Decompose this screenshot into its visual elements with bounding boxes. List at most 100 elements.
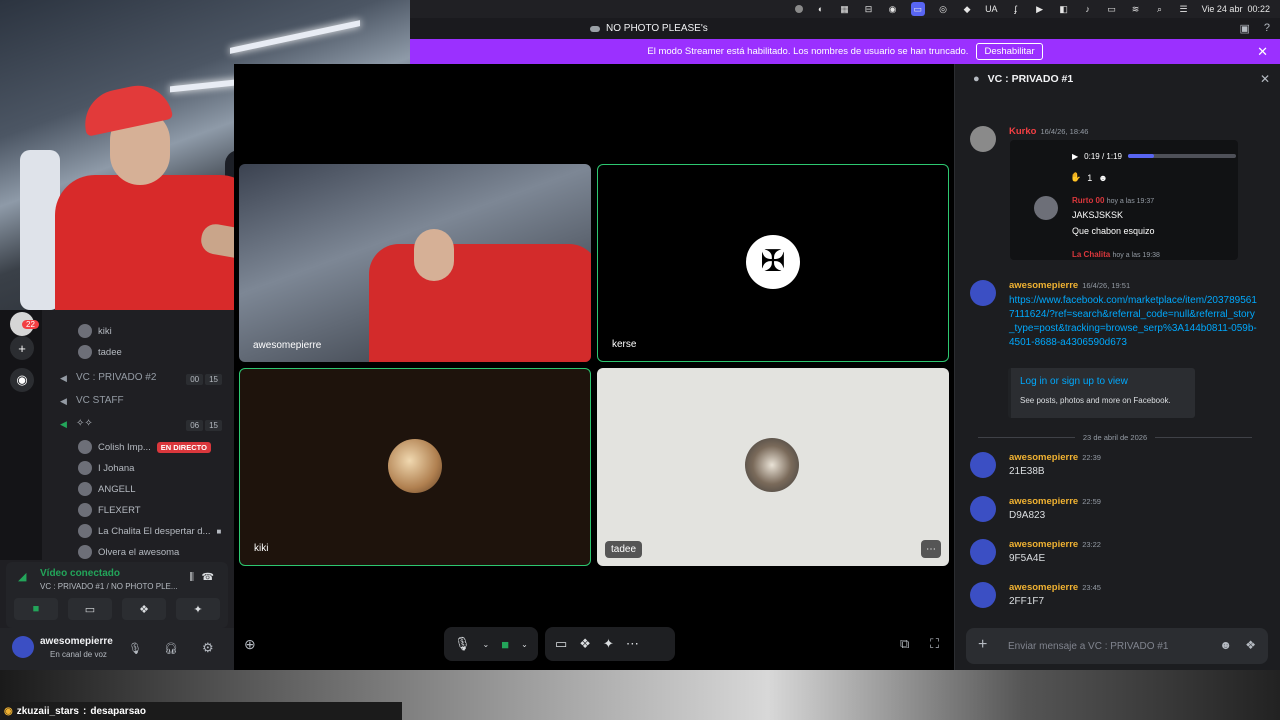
eye-icon[interactable]: ◎ [937,2,949,16]
window-title: NO PHOTO PLEASE's [590,23,708,34]
status-icon[interactable]: ◐ [815,2,827,16]
grid-icon[interactable]: ▦ [839,2,851,16]
activities-icon[interactable]: ❖ [579,636,591,652]
message-author[interactable]: awesomepierre 23:22 [1009,539,1101,550]
tile-username: kiki [254,543,269,554]
voice-channel[interactable]: ◀ VC STAFF [60,395,124,406]
camera-button[interactable]: ■ [14,598,58,620]
raised-hand-icon[interactable]: ✋ [1070,172,1081,183]
noise-suppression-icon[interactable]: ⫼ [189,572,194,583]
headphones-icon[interactable]: 🎧︎ [164,642,178,655]
close-icon[interactable]: ✕ [1257,44,1268,60]
microphone-icon[interactable]: 🎙︎ [454,636,471,652]
video-tile[interactable]: tadee ⋯ [597,368,949,566]
battery-icon[interactable]: ▭ [1106,2,1118,16]
video-tile[interactable]: kiki [239,368,591,566]
message-link[interactable]: https://www.facebook.com/marketplace/ite… [1009,294,1259,350]
audio-progress-bar[interactable] [1127,154,1236,158]
chevron-down-icon[interactable]: ⌄ [521,640,528,649]
screen-share-button[interactable]: ▭ [68,598,112,620]
voice-user[interactable]: La Chalita El despertar d... ■ [78,524,221,538]
settings-gear-icon[interactable]: ⚙ [202,640,214,656]
avatar[interactable] [970,126,996,152]
popout-icon[interactable]: ⧉ [900,636,909,652]
control-center-icon[interactable]: ☰ [1178,2,1190,16]
display-icon[interactable]: ◧ [1058,2,1070,16]
audio-progress-fill [1127,154,1154,158]
script-icon[interactable]: ʄ [1010,2,1022,16]
channel-user-count: 06 15 [186,420,222,431]
avatar[interactable] [970,539,996,565]
video-tile[interactable]: ✠ kerse [597,164,949,362]
message-author[interactable]: awesomepierre 22:59 [1009,496,1101,507]
play-icon[interactable]: ▶ [1072,152,1078,161]
screen-share-icon[interactable]: ▭ [555,636,567,652]
message-author[interactable]: Kurko 16/4/26, 18:46 [1009,126,1088,137]
avatar[interactable] [970,280,996,306]
voice-user[interactable]: tadee [78,345,122,359]
more-options-icon[interactable]: ⋯ [921,540,941,558]
clock-date[interactable]: Vie 24 abr 00:22 [1202,2,1270,16]
avatar[interactable] [970,452,996,478]
wifi-icon[interactable]: ≋ [1130,2,1142,16]
inbox-icon[interactable]: ▣ [1239,22,1249,35]
voice-user[interactable]: FLEXERT [78,503,141,517]
camera-icon[interactable]: ■ [501,637,509,652]
quoted-author-name: Rurto 00 [1072,196,1105,205]
chat-title: VC : PRIVADO #1 [987,73,1074,85]
video-attachment[interactable]: ▶ 0:19 / 1:19 ✋ 1 ☻ Rurto 00 hoy a las 1… [1010,140,1238,260]
connected-channel[interactable]: VC : PRIVADO #1 / NO PHOTO PLE... [40,582,178,591]
screen-share-icon[interactable]: ▭ [910,2,926,16]
avatar[interactable] [970,582,996,608]
voice-user[interactable]: I Johana [78,461,134,475]
add-person-icon[interactable]: ⊕ [244,636,256,653]
soundboard-icon[interactable]: ✦ [603,636,614,652]
author-name: awesomepierre [1009,582,1079,593]
disconnect-icon[interactable]: ☎ [202,572,214,583]
add-server-icon[interactable]: + [10,336,34,360]
chevron-down-icon[interactable]: ⌄ [483,640,490,649]
discover-icon[interactable]: ◉ [10,368,34,392]
keyboard-layout[interactable]: UA [985,2,998,16]
apps-icon[interactable]: ❖ [1245,638,1256,652]
soundboard-button[interactable]: ✦ [176,598,220,620]
emoji-icon[interactable]: ☻ [1219,638,1232,652]
avatar[interactable] [12,636,34,658]
camera-icon: ■ [216,526,222,536]
avatar[interactable] [970,496,996,522]
message-author[interactable]: awesomepierre 23:45 [1009,582,1101,593]
menu-icon[interactable]: ⊟ [863,2,875,16]
play-icon[interactable]: ▶ [1034,2,1046,16]
embed-title[interactable]: Log in or sign up to view [1020,376,1128,387]
avatar [78,461,92,475]
voice-user[interactable]: Olvera el awesoma [78,545,179,559]
voice-channel[interactable]: ◀ ✧✧ [60,418,93,429]
voice-channel[interactable]: ◀ VC : PRIVADO #2 [60,372,156,383]
microphone-icon[interactable]: 🎙︎ [128,642,142,655]
diamond-icon[interactable]: ◆ [961,2,973,16]
add-reaction-icon[interactable]: ☻ [1098,173,1107,183]
fullscreen-icon[interactable]: ⛶ [930,636,939,652]
plus-icon[interactable]: + [978,636,987,654]
close-icon[interactable]: ✕ [1260,72,1270,86]
message-input[interactable]: + Enviar mensaje a VC : PRIVADO #1 ☻ ❖ [966,628,1268,664]
voice-user[interactable]: kiki [78,324,112,338]
reactions: ✋ 1 ☻ [1070,172,1108,183]
activities-button[interactable]: ❖ [122,598,166,620]
help-icon[interactable]: ? [1264,22,1270,35]
count-current: 00 [186,374,204,385]
username[interactable]: awesomepierre [40,636,113,647]
channel-emoji-icon: ✧✧ [76,418,93,429]
disable-streamer-button[interactable]: Deshabilitar [976,43,1043,60]
message-author[interactable]: awesomepierre 16/4/26, 19:51 [1009,280,1130,291]
volume-icon[interactable]: ♪ [1082,2,1094,16]
dot-icon[interactable]: ◉ [887,2,899,16]
channel-sidebar: 22 + ◉ kiki tadee ◀ VC : PRIVADO #2 00 1… [0,310,234,670]
voice-user[interactable]: ANGELL [78,482,136,496]
video-tile[interactable]: awesomepierre [239,164,591,362]
more-icon[interactable]: ⋯ [626,636,639,652]
message-author[interactable]: awesomepierre 22:39 [1009,452,1101,463]
voice-user-name: tadee [98,346,122,358]
voice-user[interactable]: Colish Imp... EN DIRECTO [78,440,211,454]
search-icon[interactable]: ⌕ [1154,2,1166,16]
